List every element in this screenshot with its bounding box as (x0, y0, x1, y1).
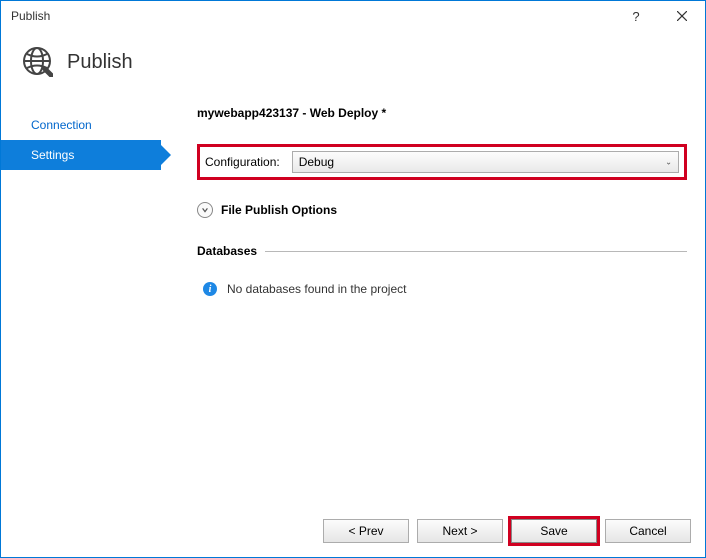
close-button[interactable] (659, 1, 705, 31)
expand-toggle-icon (197, 202, 213, 218)
main-panel: mywebapp423137 - Web Deploy * Configurat… (161, 102, 705, 522)
sidebar-item-connection[interactable]: Connection (1, 110, 161, 140)
sidebar-item-label: Connection (31, 118, 92, 132)
divider (265, 251, 687, 252)
dialog-header: Publish (1, 31, 705, 102)
sidebar-item-settings[interactable]: Settings (1, 140, 161, 170)
cancel-button[interactable]: Cancel (605, 519, 691, 543)
databases-message: No databases found in the project (227, 282, 406, 296)
expander-label: File Publish Options (221, 203, 337, 217)
title-bar: Publish ? (1, 1, 705, 31)
info-icon: i (203, 282, 217, 296)
page-title: Publish (67, 51, 133, 74)
sidebar: Connection Settings (1, 102, 161, 522)
publish-profile-title: mywebapp423137 - Web Deploy * (197, 106, 687, 120)
globe-icon (21, 45, 53, 80)
databases-message-row: i No databases found in the project (197, 282, 687, 296)
configuration-select[interactable]: Debug ⌄ (292, 151, 679, 173)
configuration-row: Configuration: Debug ⌄ (197, 144, 687, 180)
close-icon (677, 11, 687, 21)
save-button[interactable]: Save (511, 519, 597, 543)
databases-section-header: Databases (197, 244, 687, 258)
configuration-label: Configuration: (205, 155, 280, 169)
sidebar-item-label: Settings (31, 148, 74, 162)
footer-buttons: < Prev Next > Save Cancel (323, 519, 691, 543)
prev-button[interactable]: < Prev (323, 519, 409, 543)
configuration-value: Debug (299, 155, 334, 169)
databases-heading: Databases (197, 244, 257, 258)
chevron-down-icon: ⌄ (665, 158, 672, 167)
next-button[interactable]: Next > (417, 519, 503, 543)
file-publish-options-expander[interactable]: File Publish Options (197, 202, 687, 218)
help-button[interactable]: ? (613, 1, 659, 31)
window-title: Publish (11, 9, 613, 23)
